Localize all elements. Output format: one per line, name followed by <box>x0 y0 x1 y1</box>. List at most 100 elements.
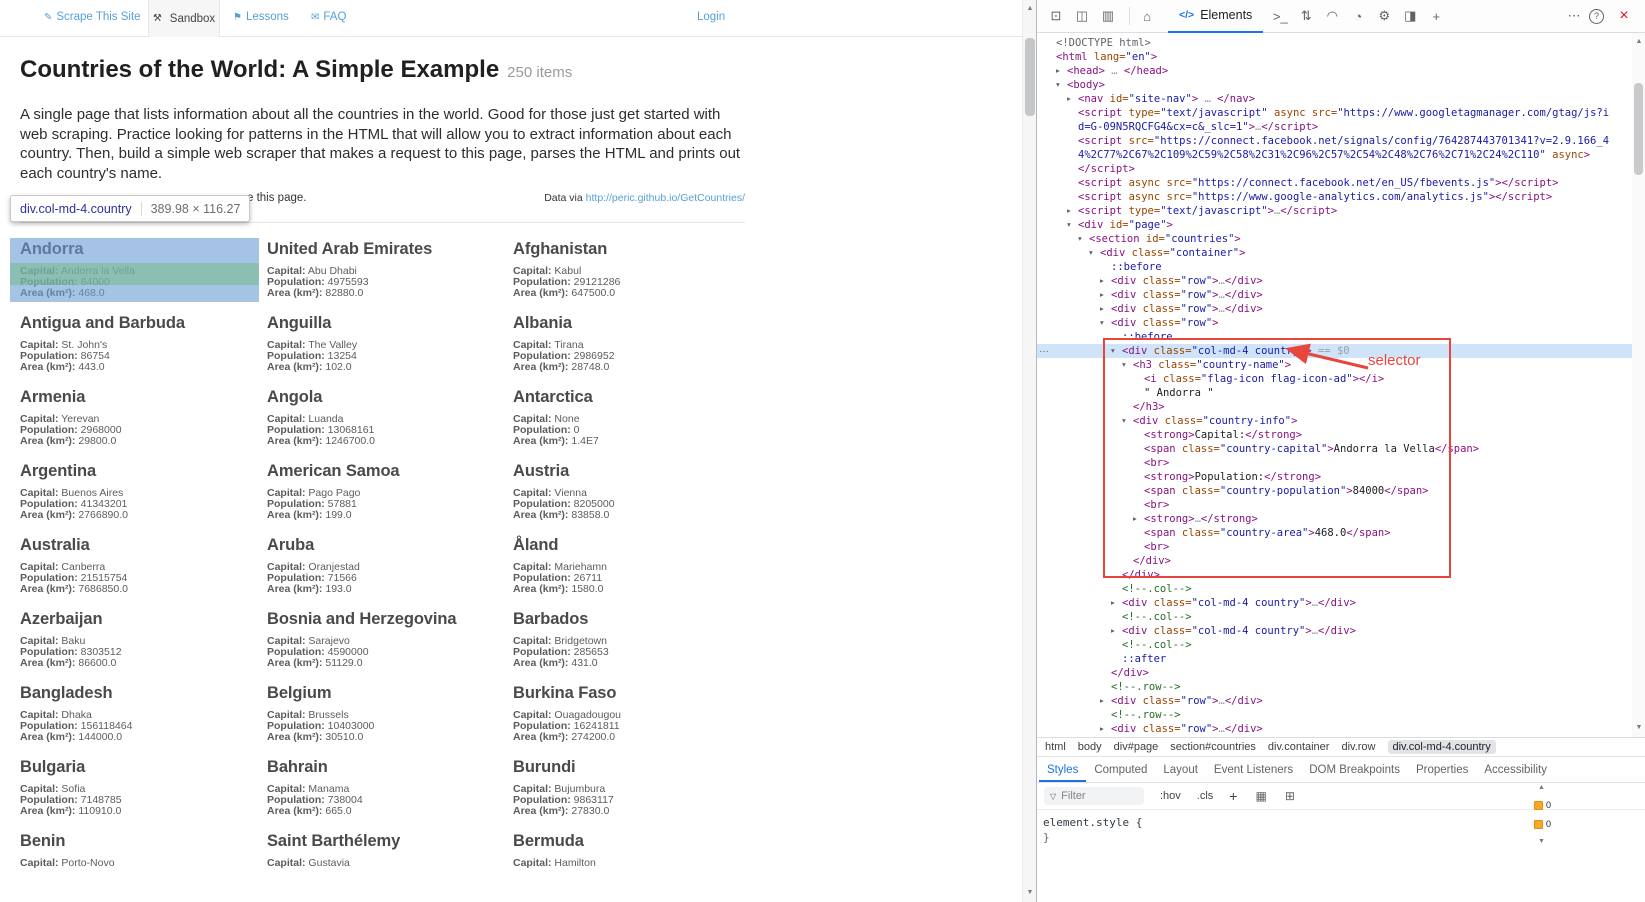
dom-tree-line[interactable]: ▸<div class="row">…</div> <box>1037 274 1633 288</box>
collapse-arrow-icon[interactable]: ▾ <box>1078 232 1082 246</box>
dom-tree-line[interactable]: ▾<div class="row"> <box>1037 316 1633 330</box>
scroll-down-icon[interactable]: ▼ <box>1023 886 1037 900</box>
add-tools-icon[interactable]: + <box>1425 5 1447 27</box>
dom-tree-line[interactable]: ▾<h3 class="country-name"> <box>1037 358 1633 372</box>
dom-tree-line[interactable]: d=G-09N5RQCFG4&cx=c&_slc=1">…</script> <box>1037 120 1633 134</box>
breadcrumb-item[interactable]: div#page <box>1114 741 1159 753</box>
expand-arrow-icon[interactable]: ▸ <box>1100 694 1104 708</box>
network-icon[interactable]: ◠ <box>1321 5 1343 27</box>
dom-tree-line[interactable]: ▸<script type="text/javascript">…</scrip… <box>1037 204 1633 218</box>
dock-side-icon[interactable]: ◨ <box>1399 5 1421 27</box>
dom-tree-line[interactable]: <!--.row--> <box>1037 680 1633 694</box>
dom-tree-line[interactable]: ▾<div id="page"> <box>1037 218 1633 232</box>
computed-panel-toggle-icon[interactable]: ⊞ <box>1285 789 1295 803</box>
collapse-arrow-icon[interactable]: ▾ <box>1100 316 1104 330</box>
expand-arrow-icon[interactable]: ▸ <box>1067 204 1071 218</box>
dom-tree-line[interactable]: ▸<nav id="site-nav"> … </nav> <box>1037 92 1633 106</box>
dom-tree-line[interactable]: ▸<div class="col-md-4 country">…</div> <box>1037 596 1633 610</box>
performance-icon[interactable]: ◔ <box>1347 5 1369 27</box>
close-icon[interactable]: × <box>1613 5 1635 27</box>
styles-tab-layout[interactable]: Layout <box>1155 757 1206 782</box>
breadcrumb-item[interactable]: div.container <box>1268 741 1330 753</box>
pseudo-state-toggle[interactable]: :hov <box>1160 790 1181 802</box>
styles-tab-dom-breakpoints[interactable]: DOM Breakpoints <box>1301 757 1408 782</box>
node-more-actions-icon[interactable]: … <box>1039 344 1049 355</box>
dom-tree-line[interactable]: </div> <box>1037 554 1633 568</box>
dom-tree-line[interactable]: ::after <box>1037 652 1633 666</box>
console-icon[interactable]: >_ <box>1269 5 1291 27</box>
dom-tree-line[interactable]: ▾<div class="container"> <box>1037 246 1633 260</box>
filter-input[interactable]: ▽ Filter <box>1044 787 1144 805</box>
scroll-down-icon[interactable]: ▼ <box>1538 838 1564 845</box>
scroll-down-icon[interactable]: ▼ <box>1632 721 1645 735</box>
dom-tree-line[interactable]: ▸<head> … </head> <box>1037 64 1633 78</box>
expand-arrow-icon[interactable]: ▸ <box>1111 596 1115 610</box>
dom-tree-line[interactable]: <span class="country-capital">Andorra la… <box>1037 442 1633 456</box>
dom-tree-line[interactable]: <!DOCTYPE html> <box>1037 36 1633 50</box>
expand-arrow-icon[interactable]: ▸ <box>1067 92 1071 106</box>
dom-tree-line[interactable]: </h3> <box>1037 400 1633 414</box>
dom-tree-line[interactable]: <!--.col--> <box>1037 582 1633 596</box>
nav-tab-sandbox[interactable]: ⚒Sandbox <box>148 0 220 37</box>
scroll-up-icon[interactable]: ▲ <box>1023 2 1037 16</box>
expand-arrow-icon[interactable]: ▸ <box>1111 624 1115 638</box>
page-scrollbar[interactable]: ▲ ▼ <box>1022 0 1036 902</box>
settings-gear-icon[interactable]: ⚙ <box>1373 5 1395 27</box>
dom-tree-line[interactable]: ▸<div class="row">…</div> <box>1037 288 1633 302</box>
device-toolbar-icon[interactable]: ◫ <box>1071 5 1093 27</box>
expand-arrow-icon[interactable]: ▸ <box>1056 64 1060 78</box>
expand-arrow-icon[interactable]: ▸ <box>1100 288 1104 302</box>
dom-tree-line[interactable]: <script async src="https://www.google-an… <box>1037 190 1633 204</box>
dom-tree-line[interactable]: </div> <box>1037 568 1633 582</box>
inspect-element-icon[interactable]: ⊡ <box>1045 5 1067 27</box>
breadcrumb-item[interactable]: html <box>1045 741 1066 753</box>
dom-tree-line[interactable]: ▸<div class="col-md-4 country">…</div> <box>1037 624 1633 638</box>
breadcrumb-item[interactable]: div.row <box>1341 741 1375 753</box>
expand-arrow-icon[interactable]: ▸ <box>1100 722 1104 736</box>
help-icon[interactable]: ? <box>1589 9 1604 24</box>
styles-tab-computed[interactable]: Computed <box>1086 757 1155 782</box>
dom-tree-line[interactable]: <i class="flag-icon flag-icon-ad"></i> <box>1037 372 1633 386</box>
dom-tree-line[interactable]: <script src="https://connect.facebook.ne… <box>1037 134 1633 148</box>
nav-tab-faq[interactable]: ✉FAQ <box>311 11 346 23</box>
expand-arrow-icon[interactable]: ▸ <box>1100 274 1104 288</box>
breadcrumb-item[interactable]: div.col-md-4.country <box>1388 740 1496 754</box>
dom-tree-line[interactable]: <!--.col--> <box>1037 610 1633 624</box>
devtools-scrollbar[interactable]: ▲ ▼ <box>1632 33 1645 737</box>
collapse-arrow-icon[interactable]: ▾ <box>1122 358 1126 372</box>
dom-tree-line[interactable]: <!--.col--> <box>1037 638 1633 652</box>
dom-tree-line[interactable]: <script async src="https://connect.faceb… <box>1037 176 1633 190</box>
dom-tree-line[interactable]: <strong>Capital:</strong> <box>1037 428 1633 442</box>
new-style-rule-icon[interactable]: + <box>1229 788 1237 804</box>
dom-tree-line[interactable]: <script type="text/javascript" async src… <box>1037 106 1633 120</box>
breadcrumb-item[interactable]: section#countries <box>1170 741 1256 753</box>
dom-tree-line[interactable]: 4%2C77%2C67%2C109%2C59%2C58%2C31%2C96%2C… <box>1037 148 1633 162</box>
dual-screen-icon[interactable]: ▥ <box>1097 5 1119 27</box>
breadcrumb-item[interactable]: body <box>1078 741 1102 753</box>
dom-tree-line[interactable]: ▸<strong>…</strong> <box>1037 512 1633 526</box>
expand-arrow-icon[interactable]: ▸ <box>1133 512 1137 526</box>
dom-tree-line[interactable]: <br> <box>1037 456 1633 470</box>
scroll-up-icon[interactable]: ▲ <box>1538 784 1564 791</box>
styles-tab-properties[interactable]: Properties <box>1408 757 1476 782</box>
dom-tree-line[interactable]: <!--.row--> <box>1037 708 1633 722</box>
collapse-arrow-icon[interactable]: ▾ <box>1122 414 1126 428</box>
styles-tab-accessibility[interactable]: Accessibility <box>1476 757 1555 782</box>
styles-tab-styles[interactable]: Styles <box>1039 757 1086 782</box>
dom-tree-line[interactable]: <strong>Population:</strong> <box>1037 470 1633 484</box>
collapse-arrow-icon[interactable]: ▾ <box>1111 344 1115 358</box>
scrollbar-thumb[interactable] <box>1634 83 1643 175</box>
dom-tree-line[interactable]: <span class="country-area">468.0</span> <box>1037 526 1633 540</box>
dom-tree-line[interactable]: <html lang="en"> <box>1037 50 1633 64</box>
dom-tree-line[interactable]: ▾<div class="col-md-4 country"> == $0 <box>1037 344 1633 358</box>
dom-tree-line[interactable]: ▾<body> <box>1037 78 1633 92</box>
collapse-arrow-icon[interactable]: ▾ <box>1089 246 1093 260</box>
data-source-link[interactable]: http://peric.github.io/GetCountries/ <box>586 192 745 204</box>
dom-tree-line[interactable]: </div> <box>1037 666 1633 680</box>
home-icon[interactable]: ⌂ <box>1136 5 1158 27</box>
dom-tree-line[interactable]: <br> <box>1037 498 1633 512</box>
styles-tab-event-listeners[interactable]: Event Listeners <box>1206 757 1301 782</box>
dom-tree-line[interactable]: <span class="country-population">84000</… <box>1037 484 1633 498</box>
more-options-icon[interactable]: ⋯ <box>1563 5 1585 27</box>
dom-tree-line[interactable]: ::before <box>1037 330 1633 344</box>
